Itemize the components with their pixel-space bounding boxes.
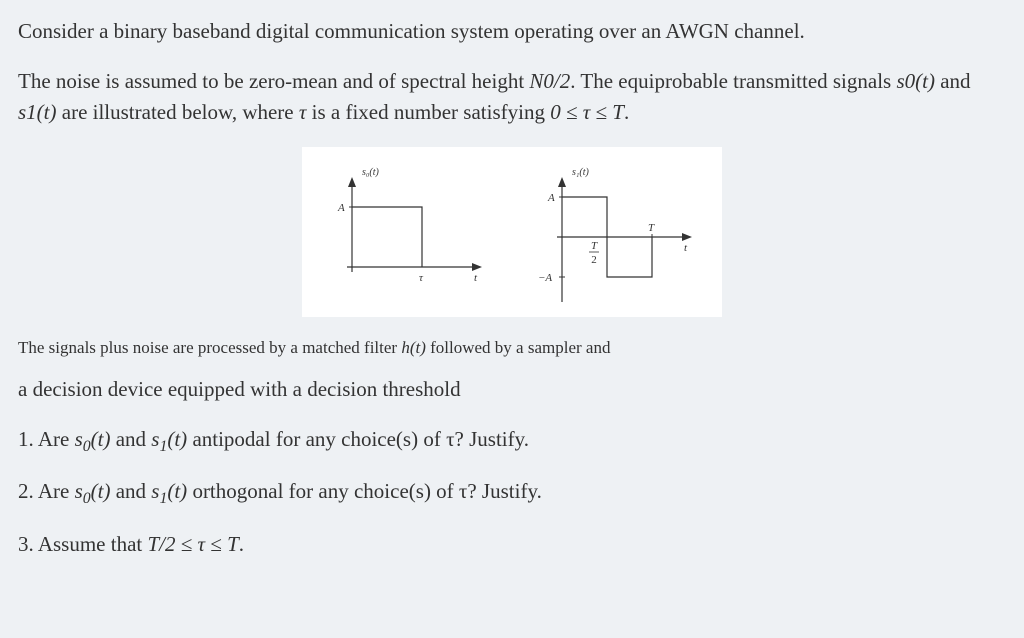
var-range: 0 ≤ τ ≤ T xyxy=(550,100,624,124)
text: The signals plus noise are processed by … xyxy=(18,338,401,357)
plot-s1-svg: s₁(t) A −A T t T 2 xyxy=(532,157,702,307)
var-n02: N0/2 xyxy=(529,69,570,93)
plot-s1: s₁(t) A −A T t T 2 xyxy=(532,157,702,307)
var-s0t: s0(t) xyxy=(896,69,935,93)
paragraph-setup: The noise is assumed to be zero-mean and… xyxy=(18,66,1006,129)
text: are illustrated below, where xyxy=(57,100,299,124)
label-T2-bot: 2 xyxy=(591,254,597,266)
signal-diagram: s₀(t) A τ t xyxy=(18,147,1006,317)
text: a decision device equipped with a decisi… xyxy=(18,377,461,401)
paragraph-decision: a decision device equipped with a decisi… xyxy=(18,374,1006,406)
label-negA-right: −A xyxy=(538,272,552,284)
label-t-left: t xyxy=(474,272,478,284)
text: followed by a sampler and xyxy=(426,338,611,357)
label-t-right: t xyxy=(684,242,688,254)
text: The noise is assumed to be zero-mean and… xyxy=(18,69,529,93)
text: is a fixed number satisfying xyxy=(306,100,550,124)
question-1: 1. Are s0(t) and s1(t) antipodal for any… xyxy=(18,424,1006,459)
plot-s0-svg: s₀(t) A τ t xyxy=(322,157,492,307)
plot-s0: s₀(t) A τ t xyxy=(322,157,492,307)
paragraph-intro: Consider a binary baseband digital commu… xyxy=(18,16,1006,48)
var-range: T/2 ≤ τ ≤ T xyxy=(148,532,239,556)
var-ht: h(t) xyxy=(401,338,426,357)
var-s1t: s1(t) xyxy=(18,100,57,124)
text: antipodal for any choice(s) of τ? Justif… xyxy=(187,427,529,451)
text: Consider a binary baseband digital commu… xyxy=(18,19,805,43)
label-A-left: A xyxy=(337,202,345,214)
plot-s0-title: s₀(t) xyxy=(362,167,379,178)
label-T2-top: T xyxy=(591,240,598,252)
plot-s1-title: s₁(t) xyxy=(572,167,589,178)
text: and xyxy=(110,479,151,503)
text: orthogonal for any choice(s) of τ? Justi… xyxy=(187,479,542,503)
var-s1: s1(t) xyxy=(151,427,187,451)
var-s1: s1(t) xyxy=(151,479,187,503)
text: . xyxy=(239,532,244,556)
text: . xyxy=(624,100,629,124)
text: 2. Are xyxy=(18,479,75,503)
paragraph-matched-filter: The signals plus noise are processed by … xyxy=(18,335,1006,361)
label-A-right: A xyxy=(547,192,555,204)
question-2: 2. Are s0(t) and s1(t) orthogonal for an… xyxy=(18,476,1006,511)
text: . The equiprobable transmitted signals xyxy=(570,69,896,93)
label-T-right: T xyxy=(648,222,655,234)
question-3: 3. Assume that T/2 ≤ τ ≤ T. xyxy=(18,529,1006,561)
label-tau-left: τ xyxy=(419,272,424,284)
text: 1. Are xyxy=(18,427,75,451)
var-s0: s0(t) xyxy=(75,479,111,503)
text: and xyxy=(935,69,971,93)
text: 3. Assume that xyxy=(18,532,148,556)
text: and xyxy=(110,427,151,451)
diagram-whitebox: s₀(t) A τ t xyxy=(302,147,722,317)
var-s0: s0(t) xyxy=(75,427,111,451)
